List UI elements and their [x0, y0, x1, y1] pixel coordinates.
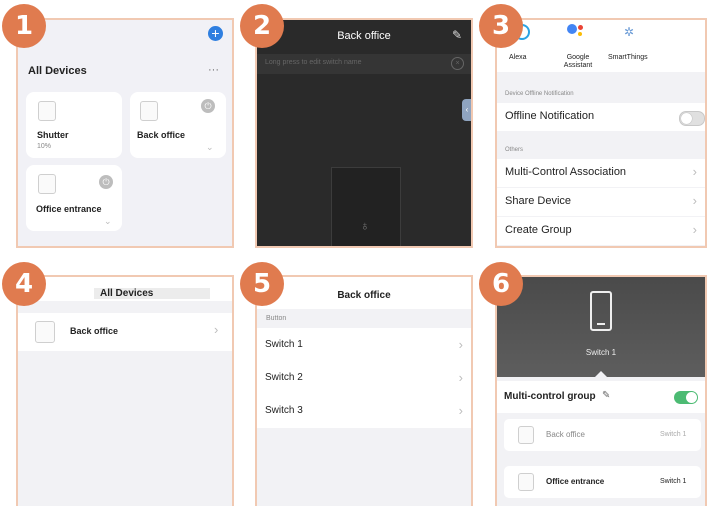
row-device-name: Office entrance [546, 477, 605, 486]
assistants-bar: Alexa Google Assistant ✲ SmartThings [497, 20, 705, 72]
list-item-label: Switch 3 [265, 405, 303, 416]
assistant-label: Alexa [509, 54, 527, 61]
assistant-label: Google Assistant [563, 54, 593, 69]
add-device-button[interactable]: + [208, 26, 223, 41]
close-icon[interactable]: × [451, 57, 464, 70]
list-item-label: Back office [70, 326, 119, 336]
switch-preview: Switch 1 [497, 277, 705, 378]
page-title: All Devices [94, 288, 210, 299]
selection-pointer [594, 371, 608, 378]
menu-item-label: Create Group [505, 224, 572, 236]
list-item-back-office[interactable]: Back office › [18, 313, 232, 351]
device-icon [38, 101, 56, 121]
group-header: Multi-control group ✎ [497, 381, 705, 413]
menu-item-share-device[interactable]: Share Device › [497, 188, 705, 216]
device-name: Office entrance [36, 204, 102, 214]
assistant-label: SmartThings [608, 54, 648, 61]
panel-2-switch-view: Back office ✎ Long press to edit switch … [255, 18, 473, 248]
menu-item-label: Share Device [505, 195, 572, 207]
switch-list: Switch 1 › Switch 2 › Switch 3 › [257, 328, 471, 428]
edit-icon[interactable]: ✎ [452, 28, 462, 42]
chevron-right-icon: › [458, 337, 463, 352]
group-row-office-entrance[interactable]: Office entrance Switch 1 [504, 466, 701, 498]
row-device-name: Back office [546, 430, 585, 439]
page-title: Back office [337, 290, 391, 301]
device-name: Back office [137, 130, 186, 140]
chevron-down-icon[interactable]: ⌄ [206, 142, 214, 153]
list-item-label: Switch 2 [265, 372, 303, 383]
more-menu-icon[interactable]: ··· [208, 64, 219, 76]
step-badge: 3 [479, 4, 523, 48]
chevron-right-icon: › [458, 370, 463, 385]
bulb-icon: ♁ [360, 218, 370, 233]
section-header: Others [505, 147, 524, 153]
switch-label: Switch 1 [585, 348, 617, 357]
chevron-right-icon: › [692, 193, 697, 208]
hint-text: Long press to edit switch name [265, 59, 362, 66]
row-label: Offline Notification [505, 110, 595, 122]
power-icon[interactable]: ⏻ [201, 99, 215, 113]
page-title: Back office [337, 30, 391, 42]
menu-item-multi-control[interactable]: Multi-Control Association › [497, 159, 705, 187]
side-handle[interactable]: ‹ [462, 99, 471, 121]
panel-4-all-devices-list: All Devices Back office › [16, 275, 234, 506]
chevron-right-icon: › [692, 222, 697, 237]
chevron-right-icon: › [692, 164, 697, 179]
device-icon [38, 174, 56, 194]
offline-notification-row: Offline Notification [497, 103, 705, 131]
hint-bar: Long press to edit switch name × [257, 54, 471, 74]
power-icon[interactable]: ⏻ [99, 175, 113, 189]
section-header: Button [266, 315, 287, 322]
list-item-switch-3[interactable]: Switch 3 › [257, 397, 471, 427]
device-card-back-office[interactable]: ⏻ Back office ⌄ [130, 92, 226, 158]
chevron-down-icon[interactable]: ⌄ [104, 216, 112, 227]
section-header: Device Offline Notification [505, 91, 574, 97]
menu-item-create-group[interactable]: Create Group › [497, 217, 705, 245]
page-title: All Devices [28, 65, 87, 77]
row-switch-name: Switch 1 [660, 431, 687, 438]
device-icon [518, 473, 534, 491]
panel-5-switch-list: Back office Button Switch 1 › Switch 2 ›… [255, 275, 473, 506]
edit-icon[interactable]: ✎ [602, 390, 610, 401]
list-item-switch-2[interactable]: Switch 2 › [257, 364, 471, 394]
panel-3-device-settings: Alexa Google Assistant ✲ SmartThings Dev… [495, 18, 707, 248]
menu-item-label: Multi-Control Association [505, 166, 627, 178]
device-name: Shutter [37, 130, 69, 140]
device-icon [140, 101, 158, 121]
plus-icon: + [211, 25, 220, 41]
google-assistant-icon[interactable] [567, 24, 585, 40]
panel-1-all-devices: + All Devices ··· Shutter 10% ⏻ Back off… [16, 18, 234, 248]
group-title: Multi-control group [504, 391, 596, 402]
multi-control-toggle[interactable] [674, 391, 698, 404]
smartthings-icon[interactable]: ✲ [624, 25, 638, 39]
step-badge: 5 [240, 262, 284, 306]
row-switch-name: Switch 1 [660, 478, 687, 485]
switch-button[interactable]: ♁ [331, 167, 401, 246]
step-badge: 2 [240, 4, 284, 48]
device-card-office-entrance[interactable]: ⏻ Office entrance ⌄ [26, 165, 122, 231]
list-item-label: Switch 1 [265, 339, 303, 350]
device-icon [518, 426, 534, 444]
list-item-switch-1[interactable]: Switch 1 › [257, 331, 471, 361]
device-status: 10% [37, 143, 52, 150]
device-card-shutter[interactable]: Shutter 10% [26, 92, 122, 158]
device-icon [35, 321, 55, 343]
step-badge: 6 [479, 262, 523, 306]
phone-switch-icon [590, 291, 612, 331]
offline-notification-toggle[interactable] [679, 111, 705, 126]
chevron-right-icon: › [458, 403, 463, 418]
chevron-right-icon: › [214, 322, 219, 337]
step-badge: 1 [2, 4, 46, 48]
panel-6-multi-control-group: Switch 1 Multi-control group ✎ Back offi… [495, 275, 707, 506]
step-badge: 4 [2, 262, 46, 306]
group-row-back-office[interactable]: Back office Switch 1 [504, 419, 701, 451]
